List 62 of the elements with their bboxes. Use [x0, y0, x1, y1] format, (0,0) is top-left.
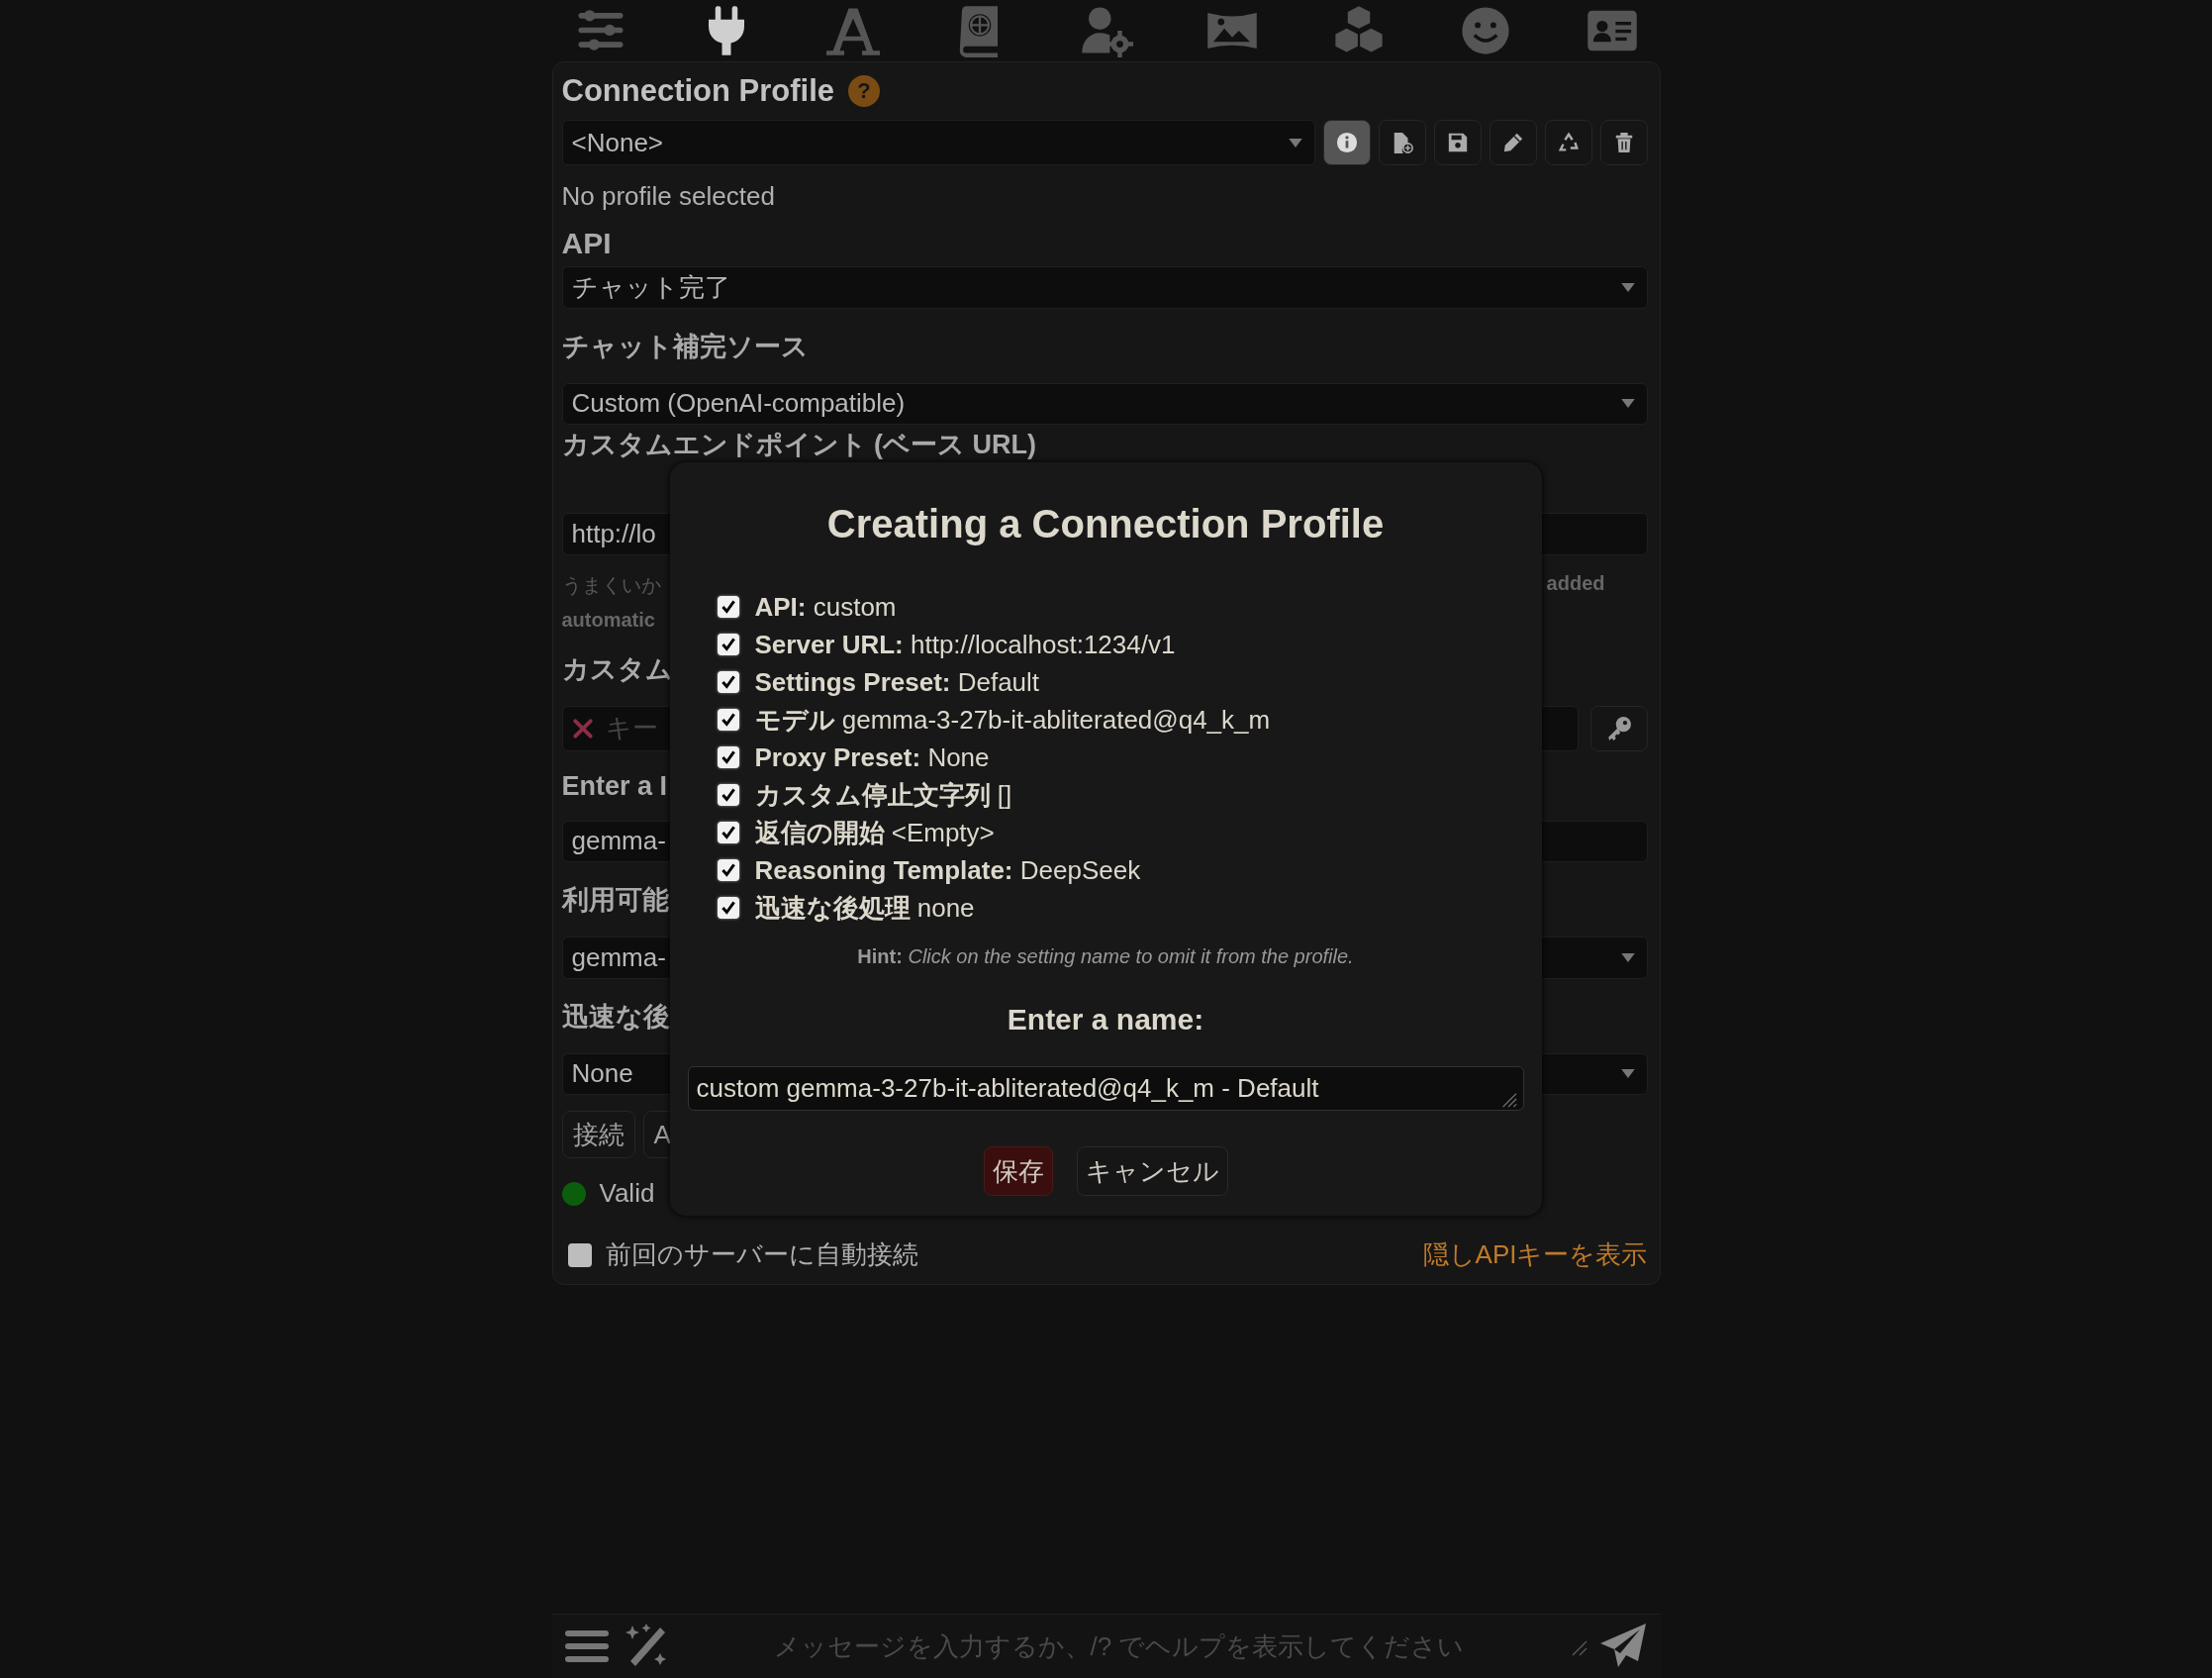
setting-label[interactable]: Reasoning Template: DeepSeek	[754, 854, 1141, 886]
floppy-icon	[1446, 132, 1469, 153]
checkbox[interactable]	[717, 709, 739, 731]
field-label: 利用可能	[561, 884, 669, 917]
checkbox[interactable]	[717, 859, 739, 881]
checkbox[interactable]	[567, 1242, 592, 1267]
api-select[interactable]: チャット完了	[561, 266, 1648, 309]
checkbox-label[interactable]: 前回のサーバーに自動接続	[605, 1237, 918, 1272]
endpoint-hint: added	[1546, 571, 1605, 596]
status-text: Valid	[599, 1178, 655, 1209]
setting-label[interactable]: 迅速な後処理 none	[754, 890, 975, 926]
caret-icon	[1620, 1069, 1635, 1079]
setting-label[interactable]: Settings Preset: Default	[754, 666, 1040, 698]
source-select[interactable]: Custom (OpenAI-compatible)	[561, 382, 1648, 425]
endpoint-note: automatic	[561, 608, 655, 632]
checkbox[interactable]	[717, 671, 739, 693]
field-label: カスタム	[561, 652, 673, 686]
checkbox[interactable]	[717, 897, 739, 919]
recycle-icon	[1557, 132, 1580, 153]
checkbox[interactable]	[717, 634, 739, 655]
show-keys-link[interactable]: 隠しAPIキーを表示	[1422, 1237, 1648, 1272]
field-label: Enter a I	[561, 770, 668, 802]
edit-button[interactable]	[1489, 120, 1537, 165]
caret-icon	[1288, 138, 1302, 148]
setting-label[interactable]: Server URL: http://localhost:1234/v1	[754, 629, 1176, 660]
info-button[interactable]	[1322, 120, 1371, 165]
checkbox[interactable]	[717, 822, 739, 843]
save-button[interactable]: 保存	[983, 1146, 1053, 1196]
delete-button[interactable]	[1599, 120, 1648, 165]
checkbox[interactable]	[717, 596, 739, 618]
dialog-title: Creating a Connection Profile	[826, 502, 1385, 546]
setting-label[interactable]: API: custom	[754, 591, 897, 623]
field-label: カスタムエンドポイント (ベース URL)	[561, 429, 1036, 461]
key-button[interactable]	[1589, 705, 1648, 751]
new-file-button[interactable]	[1378, 120, 1426, 165]
cross-icon	[571, 717, 594, 740]
setting-label[interactable]: 返信の開始 <Empty>	[754, 815, 995, 850]
field-label: チャット補完ソース	[561, 330, 809, 363]
profile-select[interactable]: <None>	[561, 120, 1315, 165]
info-icon	[1335, 132, 1358, 153]
section-title: Connection Profile	[561, 73, 835, 109]
panel-button[interactable]: 接続	[561, 1111, 635, 1158]
key-icon	[1605, 715, 1632, 741]
caret-icon	[1620, 399, 1635, 409]
checkbox[interactable]	[717, 784, 739, 806]
endpoint-hint: うまくいか	[561, 572, 661, 598]
field-label: API	[561, 227, 612, 260]
cancel-button[interactable]: キャンセル	[1076, 1146, 1228, 1196]
pencil-icon	[1501, 132, 1524, 153]
caret-icon	[1620, 282, 1635, 292]
profile-status: No profile selected	[561, 181, 775, 212]
setting-label[interactable]: モデル gemma-3-27b-it-abliterated@q4_k_m	[754, 702, 1271, 738]
setting-label[interactable]: カスタム停止文字列 []	[754, 777, 1012, 813]
checkbox[interactable]	[717, 746, 739, 768]
dialog-hint: Hint: Click on the setting name to omit it from the profile.	[857, 945, 1354, 968]
setting-label[interactable]: Proxy Preset: None	[754, 741, 990, 773]
save-button[interactable]	[1433, 120, 1482, 165]
name-field[interactable]: custom gemma-3-27b-it-abliterated@q4_k_m - Default	[687, 1066, 1524, 1111]
field-label: 迅速な後	[561, 1000, 670, 1034]
name-label: Enter a name:	[1007, 1003, 1204, 1036]
recycle-button[interactable]	[1544, 120, 1592, 165]
caret-icon	[1620, 952, 1635, 962]
